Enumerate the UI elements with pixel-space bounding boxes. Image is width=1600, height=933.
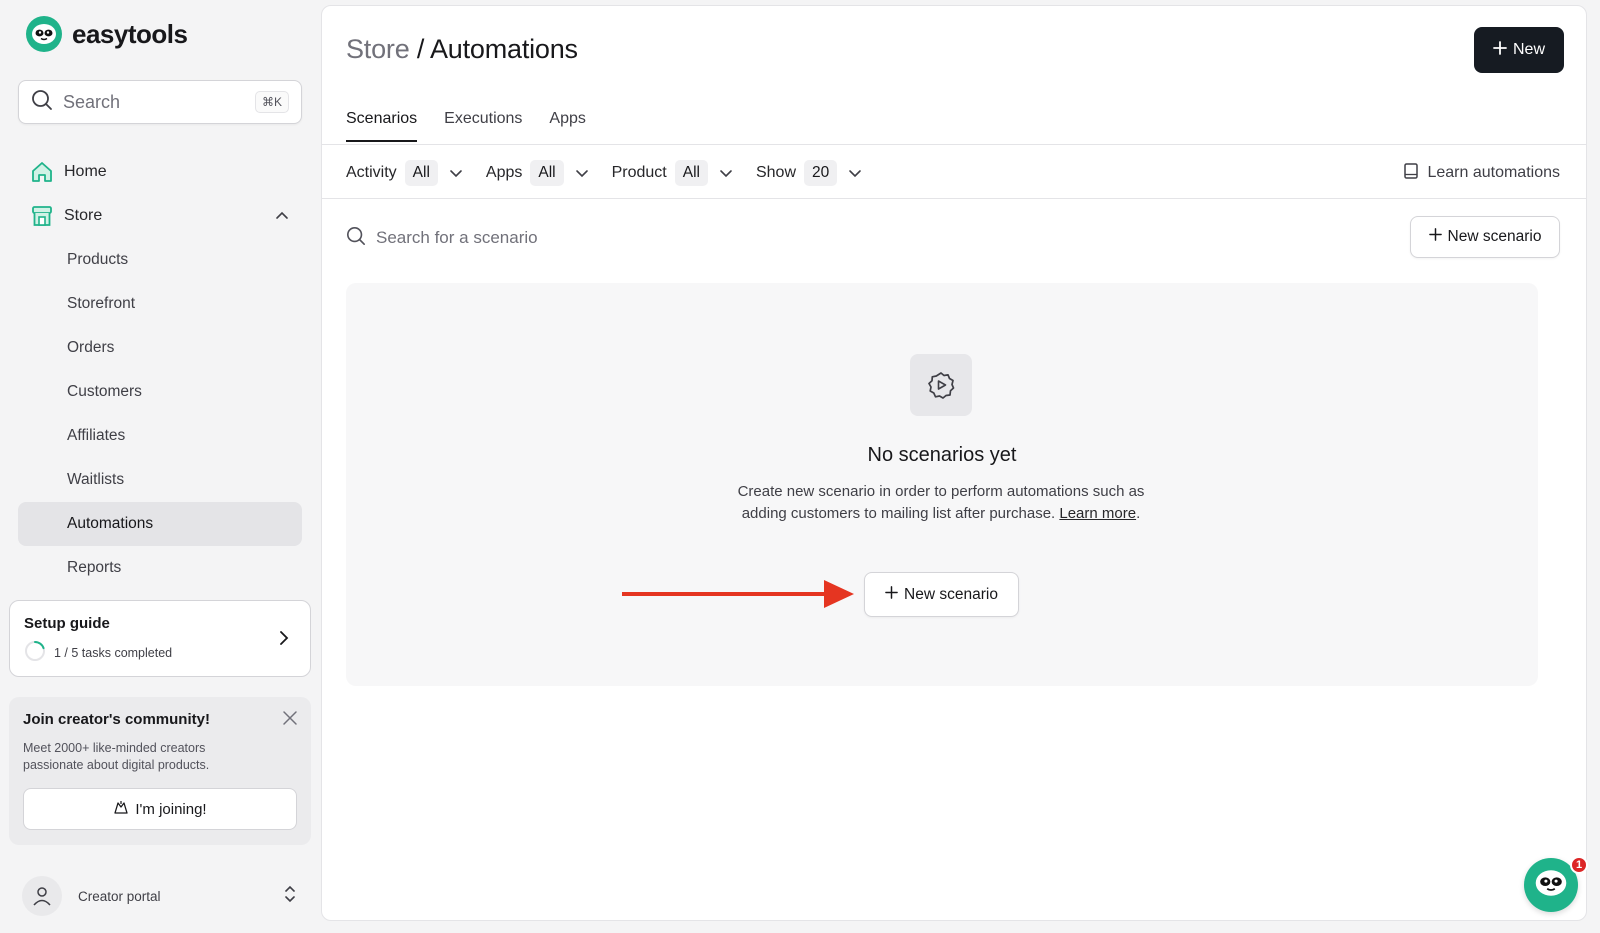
progress-ring-icon bbox=[24, 640, 46, 665]
filter-apps[interactable]: Apps All bbox=[486, 160, 590, 186]
store-icon bbox=[30, 204, 54, 228]
sidebar-item-reports[interactable]: Reports bbox=[18, 546, 302, 590]
join-community-button[interactable]: I'm joining! bbox=[23, 788, 297, 830]
sidebar-item-orders[interactable]: Orders bbox=[18, 326, 302, 370]
book-icon bbox=[1403, 162, 1419, 185]
breadcrumb-separator: / bbox=[409, 34, 430, 64]
new-button[interactable]: New bbox=[1474, 27, 1564, 73]
portal-label: Creator portal bbox=[78, 888, 161, 904]
setup-guide-title: Setup guide bbox=[24, 615, 110, 632]
sidebar-item-affiliates[interactable]: Affiliates bbox=[18, 414, 302, 458]
chevron-right-icon bbox=[276, 629, 292, 652]
sidebar-item-products[interactable]: Products bbox=[18, 238, 302, 282]
empty-state: No scenarios yet Create new scenario in … bbox=[346, 283, 1538, 686]
filter-value: All bbox=[530, 160, 564, 186]
chevron-up-icon[interactable] bbox=[274, 208, 290, 224]
filter-label: Apps bbox=[485, 164, 523, 181]
search-icon bbox=[346, 226, 366, 251]
filter-activity[interactable]: Activity All bbox=[346, 160, 464, 186]
sidebar-item-waitlists[interactable]: Waitlists bbox=[18, 458, 302, 502]
setup-guide-card[interactable]: Setup guide 1 / 5 tasks completed bbox=[9, 600, 311, 677]
community-text: Meet 2000+ like-minded creators passiona… bbox=[23, 741, 210, 772]
community-card: Join creator's community! Meet 2000+ lik… bbox=[9, 697, 311, 845]
plus-icon bbox=[1428, 228, 1442, 246]
creator-portal-switcher[interactable]: Creator portal bbox=[18, 872, 302, 920]
tab-scenarios[interactable]: Scenarios bbox=[346, 104, 418, 142]
search-placeholder: Search bbox=[63, 91, 121, 112]
sloth-logo-icon bbox=[26, 16, 62, 52]
gear-icon bbox=[910, 354, 972, 416]
sidebar-item-store[interactable]: Store bbox=[18, 194, 302, 238]
filter-value: All bbox=[404, 160, 438, 186]
plus-icon bbox=[1493, 40, 1507, 60]
avatar bbox=[22, 876, 62, 916]
close-icon[interactable] bbox=[281, 709, 299, 732]
sidebar-nav: Home Store Products Storefront Orders Cu… bbox=[18, 150, 302, 590]
community-title: Join creator's community! bbox=[23, 711, 210, 728]
page-title-text: Automations bbox=[429, 34, 578, 64]
shortcut-badge: ⌘K bbox=[254, 91, 289, 113]
setup-progress-text: 1 / 5 tasks completed bbox=[54, 645, 173, 660]
sidebar-item-label: Home bbox=[64, 163, 107, 180]
page-title: Store / Automations bbox=[346, 34, 578, 65]
brand-name: easytools bbox=[72, 18, 188, 49]
filter-product[interactable]: Product All bbox=[612, 160, 734, 186]
breadcrumb-store[interactable]: Store bbox=[346, 34, 410, 64]
chevron-down-icon bbox=[718, 165, 734, 181]
chevron-down-icon bbox=[448, 165, 464, 181]
empty-state-period: . bbox=[1136, 505, 1141, 522]
sidebar-item-home[interactable]: Home bbox=[18, 150, 302, 194]
chevron-up-down-icon bbox=[282, 884, 298, 909]
learn-automations-link[interactable]: Learn automations bbox=[1403, 156, 1560, 190]
tabs: Scenarios Executions Apps bbox=[346, 104, 613, 142]
chevron-down-icon bbox=[847, 165, 863, 181]
empty-state-title: No scenarios yet bbox=[867, 444, 1017, 466]
empty-state-new-scenario-button[interactable]: New scenario bbox=[864, 572, 1019, 617]
tab-executions[interactable]: Executions bbox=[444, 104, 522, 142]
plus-icon bbox=[885, 585, 898, 604]
notification-badge: 1 bbox=[1570, 856, 1588, 874]
home-icon bbox=[30, 160, 54, 184]
sidebar-item-automations[interactable]: Automations bbox=[18, 502, 302, 546]
scenario-search-placeholder: Search for a scenario bbox=[376, 228, 538, 247]
empty-state-button-label: New scenario bbox=[904, 585, 998, 603]
new-scenario-button[interactable]: New scenario bbox=[1410, 216, 1560, 258]
learn-automations-label: Learn automations bbox=[1427, 164, 1560, 181]
new-button-label: New bbox=[1512, 41, 1545, 58]
learn-more-link[interactable]: Learn more bbox=[1059, 505, 1136, 522]
search-icon bbox=[31, 89, 53, 116]
join-button-label: I'm joining! bbox=[135, 800, 207, 818]
sidebar-item-label: Store bbox=[64, 207, 103, 224]
sidebar-search[interactable]: Search ⌘K bbox=[18, 80, 302, 124]
sidebar-item-storefront[interactable]: Storefront bbox=[18, 282, 302, 326]
filter-label: Activity bbox=[346, 164, 397, 181]
empty-state-text: Create new scenario in order to perform … bbox=[731, 481, 1151, 525]
sidebar: easytools Search ⌘K Home Store Products … bbox=[0, 0, 320, 933]
filter-label: Show bbox=[755, 164, 797, 181]
sloth-chat-icon bbox=[1534, 869, 1568, 902]
scenario-search-input[interactable]: Search for a scenario bbox=[346, 218, 538, 258]
hands-icon bbox=[113, 799, 129, 819]
annotation-arrow bbox=[622, 577, 856, 616]
tab-apps[interactable]: Apps bbox=[549, 104, 585, 142]
filter-label: Product bbox=[611, 164, 667, 181]
chevron-down-icon bbox=[574, 165, 590, 181]
filter-bar: Activity All Apps All Product All Show 2… bbox=[346, 156, 885, 190]
filter-value: 20 bbox=[804, 160, 838, 186]
filter-value: All bbox=[674, 160, 708, 186]
main-panel: Store / Automations New Scenarios Execut… bbox=[321, 5, 1587, 921]
divider bbox=[322, 144, 1586, 145]
sidebar-item-customers[interactable]: Customers bbox=[18, 370, 302, 414]
new-scenario-label: New scenario bbox=[1447, 228, 1542, 245]
filter-show[interactable]: Show 20 bbox=[756, 160, 863, 186]
divider bbox=[322, 198, 1586, 199]
logo[interactable]: easytools bbox=[26, 16, 188, 52]
